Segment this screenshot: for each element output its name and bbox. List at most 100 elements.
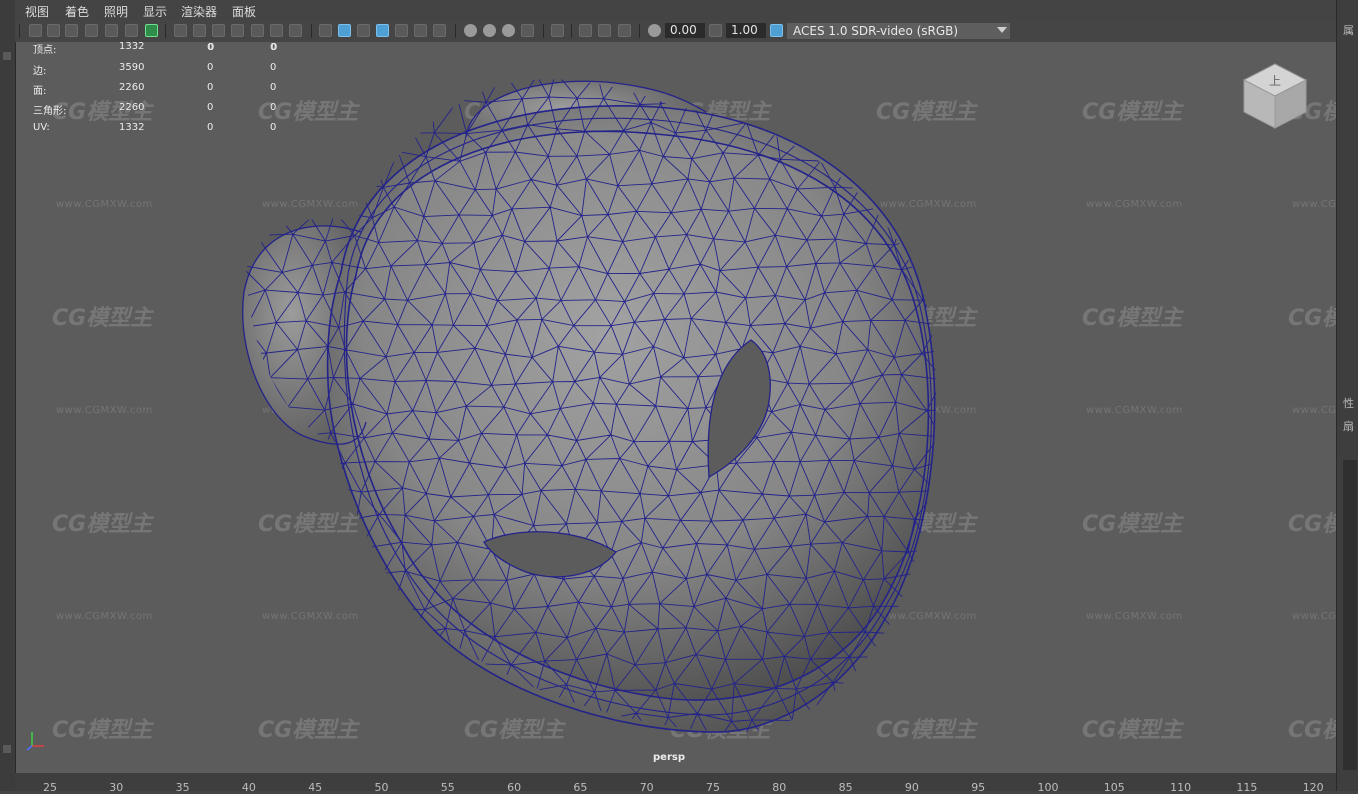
gamma-field[interactable]: 1.00 (726, 23, 766, 38)
hud-selected: 0 (207, 42, 214, 53)
exposure-icon[interactable] (648, 24, 661, 37)
view-transform-dropdown[interactable]: ACES 1.0 SDR-video (sRGB) (787, 23, 1010, 39)
hud-uv-shells: 0 (270, 42, 277, 53)
hud-value: 3590 (119, 62, 145, 73)
time-slider-ruler[interactable]: 25 30 35 40 45 50 55 60 65 70 75 80 85 90 95 100 105 110 1… (15, 773, 1336, 794)
viewport-menubar: 视图 着色 照明 显示 渲染器 面板 (15, 0, 1336, 20)
viewport-toolbar: 0.00 1.00 ACES 1.0 SDR-video (sRGB) (15, 20, 1336, 42)
hud-label: 顶点: (33, 45, 57, 56)
hud-label: 三角形: (33, 106, 67, 117)
hud-value: 1332 (119, 42, 145, 52)
view-transform-value: ACES 1.0 SDR-video (sRGB) (793, 24, 959, 38)
field-chart-icon[interactable] (251, 24, 264, 37)
safe-title-icon[interactable] (289, 24, 302, 37)
timeline-tick: 55 (440, 781, 455, 794)
image-plane-icon[interactable] (105, 24, 118, 37)
grid-icon[interactable] (174, 24, 187, 37)
2d-pan-zoom-icon[interactable] (125, 24, 138, 37)
gate-mask-icon[interactable] (231, 24, 244, 37)
motion-blur-icon[interactable] (483, 24, 496, 37)
xray-icon[interactable] (579, 24, 592, 37)
hud-uv-shells: 0 (270, 102, 277, 113)
timeline-tick: 80 (772, 781, 787, 794)
timeline-tick: 110 (1170, 781, 1192, 794)
bookmark-icon[interactable] (85, 24, 98, 37)
strip-handle[interactable] (3, 52, 11, 60)
timeline-tick: 65 (573, 781, 588, 794)
hud-selected: 0 (207, 102, 214, 113)
menu-renderer[interactable]: 渲染器 (181, 3, 217, 20)
timeline-tick: 115 (1236, 781, 1258, 794)
timeline-tick: 120 (1302, 781, 1324, 794)
menu-shading[interactable]: 着色 (65, 3, 89, 20)
textured-icon[interactable] (395, 24, 408, 37)
hud-label: UV: (33, 122, 50, 133)
timeline-tick: 25 (43, 781, 57, 794)
menu-view[interactable]: 视图 (25, 3, 49, 20)
timeline-tick: 35 (175, 781, 190, 794)
camera-select-icon[interactable] (29, 24, 42, 37)
right-panel-label[interactable]: 属 (1343, 22, 1354, 38)
isolate-select-icon[interactable] (551, 24, 564, 37)
default-material-icon[interactable] (357, 24, 370, 37)
resolution-gate-icon[interactable] (212, 24, 225, 37)
film-gate-icon[interactable] (193, 24, 206, 37)
timeline-tick: 50 (374, 781, 389, 794)
timeline-tick: 70 (639, 781, 654, 794)
color-management-icon[interactable] (770, 24, 783, 37)
grease-pencil-icon[interactable] (145, 24, 158, 37)
view-cube[interactable]: 上 (1240, 62, 1310, 132)
right-panel-label[interactable]: 性 (1343, 395, 1354, 411)
mesh-model[interactable] (16, 42, 1336, 773)
hud-value: 2260 (119, 102, 145, 113)
right-panel-strip: 属 性 扇 (1336, 0, 1358, 791)
hud-label: 面: (33, 86, 47, 97)
menu-show[interactable]: 显示 (143, 3, 167, 20)
menu-panels[interactable]: 面板 (232, 3, 256, 20)
hud-uv-shells: 0 (270, 82, 277, 93)
lighting-icon[interactable] (414, 24, 427, 37)
view-cube-face-label: 上 (1269, 74, 1281, 88)
timeline-tick: 45 (308, 781, 323, 794)
timeline-tick: 40 (241, 781, 256, 794)
right-panel-scrollbar[interactable] (1343, 460, 1357, 770)
hud-uv-shells: 0 (270, 122, 277, 133)
safe-action-icon[interactable] (270, 24, 283, 37)
depth-of-field-icon[interactable] (521, 24, 534, 37)
timeline-tick: 75 (706, 781, 720, 794)
wireframe-on-shaded-icon[interactable] (376, 24, 389, 37)
hud-label: 边: (33, 66, 47, 77)
smooth-shade-icon[interactable] (338, 24, 351, 37)
left-tool-strip (0, 0, 16, 791)
camera-lock-icon[interactable] (65, 24, 78, 37)
xray-active-icon[interactable] (598, 24, 611, 37)
screen-space-ao-icon[interactable] (464, 24, 477, 37)
timeline-tick: 30 (109, 781, 124, 794)
3d-viewport[interactable]: CG模型主 www.CGMXW.com CG模型主 www.CGMXW.com CG模型… (16, 42, 1336, 773)
hud-selected: 0 (207, 62, 214, 73)
hud-value: 2260 (119, 82, 145, 93)
timeline-tick: 90 (904, 781, 919, 794)
timeline-tick: 85 (838, 781, 853, 794)
antialiasing-icon[interactable] (502, 24, 515, 37)
right-panel-label[interactable]: 扇 (1343, 418, 1354, 434)
menu-lighting[interactable]: 照明 (104, 3, 128, 20)
timeline-tick: 95 (971, 781, 986, 794)
hud-selected: 0 (207, 82, 214, 93)
camera-attributes-icon[interactable] (47, 24, 60, 37)
hud-value: 1332 (119, 122, 145, 133)
exposure-field[interactable]: 0.00 (665, 23, 705, 38)
chevron-down-icon (997, 27, 1007, 33)
hud-selected: 0 (207, 122, 214, 133)
xray-joints-icon[interactable] (618, 24, 631, 37)
timeline-tick: 105 (1103, 781, 1125, 794)
hud-uv-shells: 0 (270, 62, 277, 73)
timeline-tick: 100 (1037, 781, 1059, 794)
gamma-icon[interactable] (709, 24, 722, 37)
timeline-tick: 60 (507, 781, 522, 794)
axis-gizmo (26, 732, 44, 751)
strip-handle[interactable] (3, 745, 11, 753)
camera-name-label: persp (653, 752, 685, 763)
shadows-icon[interactable] (433, 24, 446, 37)
wireframe-icon[interactable] (319, 24, 332, 37)
